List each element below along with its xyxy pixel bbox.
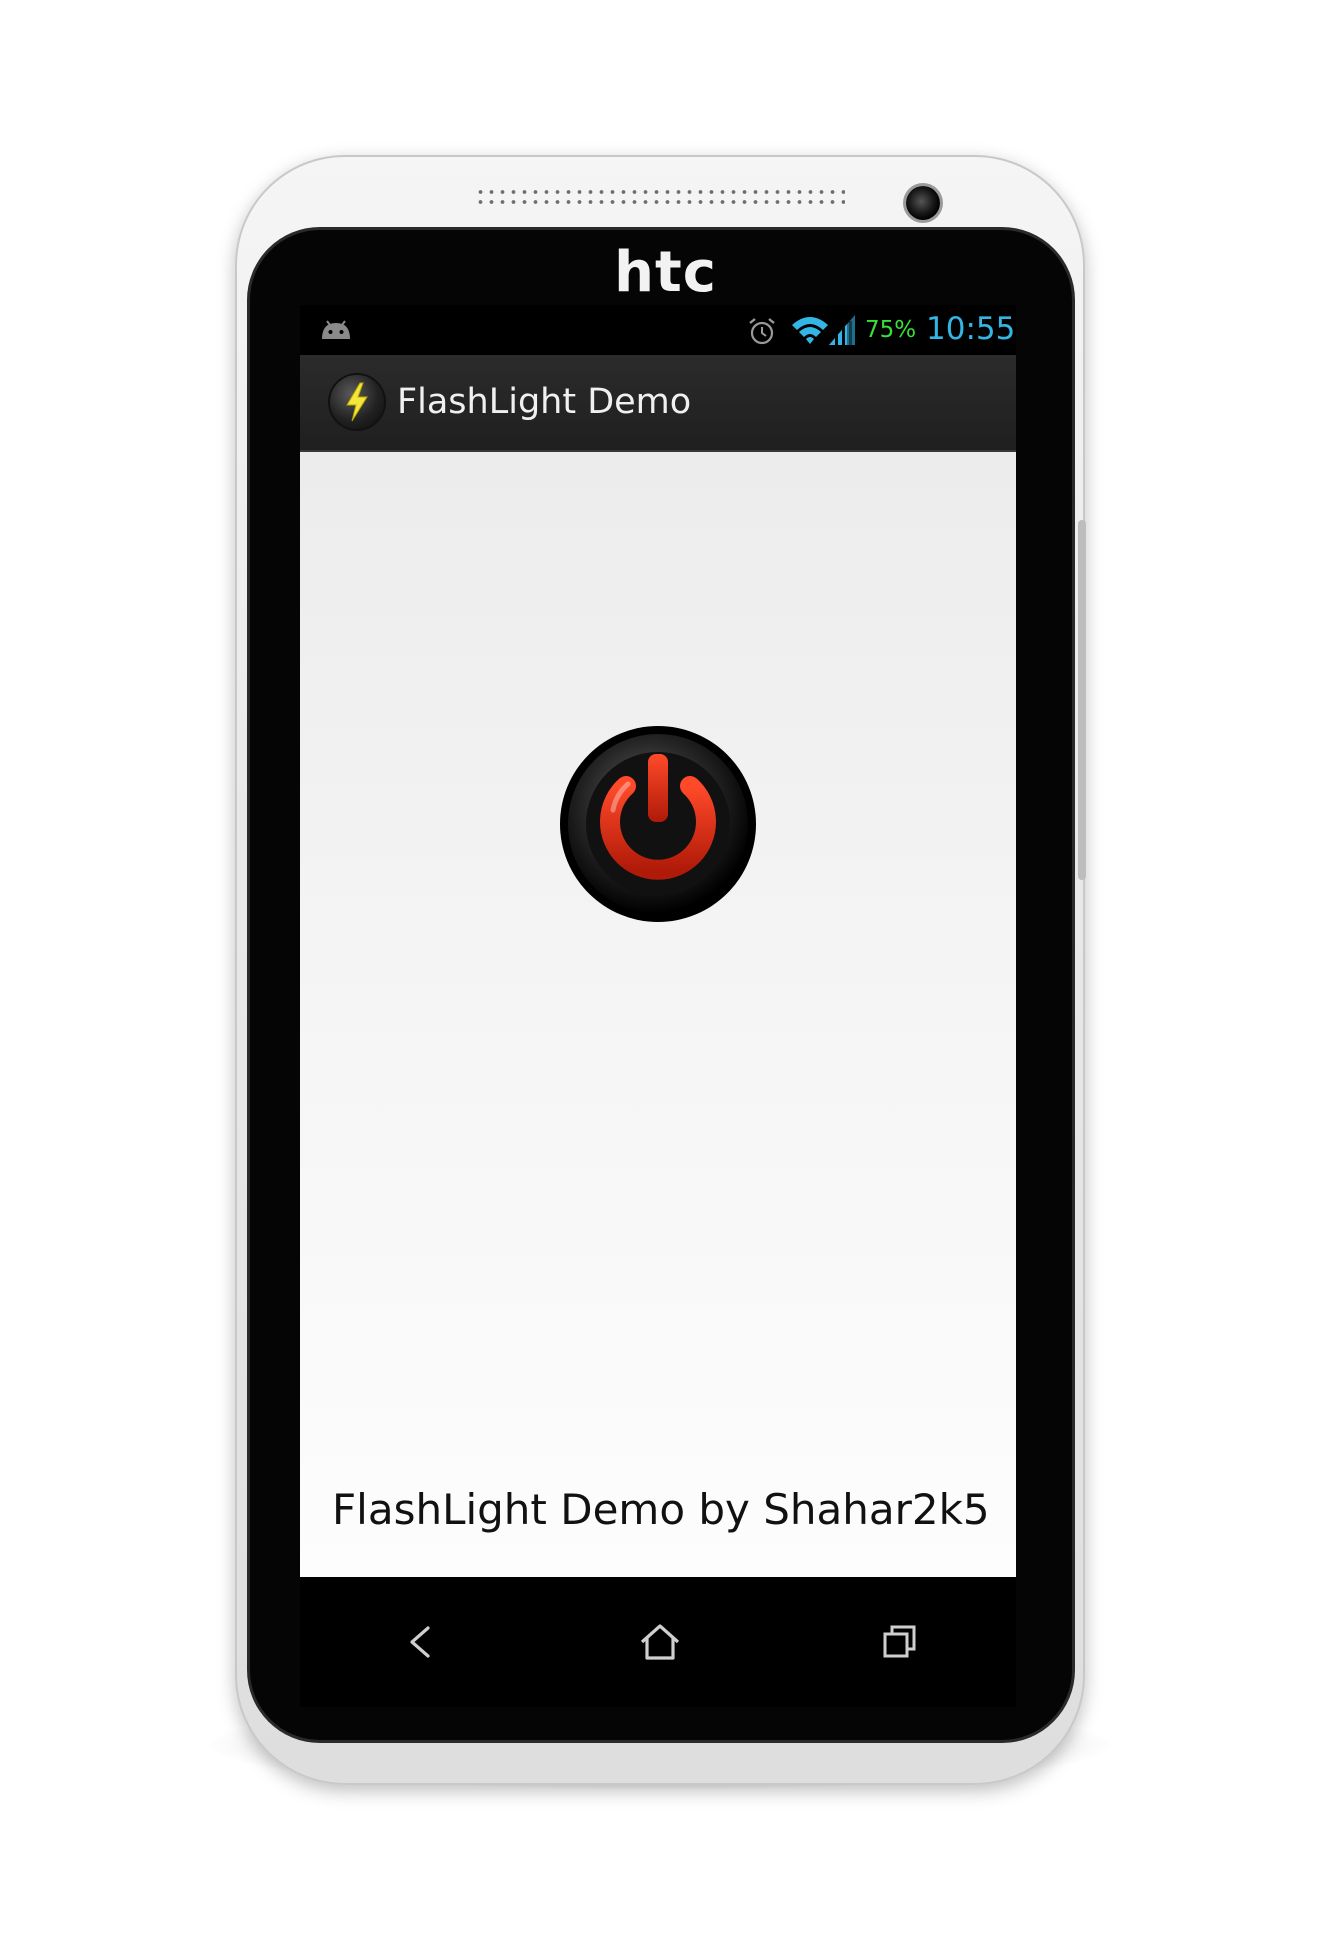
navigation-bar [300, 1577, 1016, 1707]
footer-credit-text: FlashLight Demo by Shahar2k5 [332, 1485, 990, 1534]
action-bar: FlashLight Demo [300, 355, 1016, 452]
front-camera [906, 186, 940, 220]
status-bar: 75% 10:55 [300, 305, 1016, 355]
signal-bars-icon [829, 315, 855, 345]
battery-percentage: 75% [865, 317, 917, 343]
recent-apps-icon[interactable] [870, 1612, 930, 1672]
status-clock: 10:55 [926, 311, 1016, 347]
lightning-bolt-icon [346, 382, 368, 422]
home-icon[interactable] [630, 1612, 690, 1672]
app-title: FlashLight Demo [397, 382, 692, 422]
app-icon[interactable] [330, 375, 384, 429]
brand-logo: htc [614, 240, 717, 305]
phone-side-button [1078, 520, 1086, 880]
alarm-clock-icon [749, 318, 775, 345]
android-notification-icon [322, 320, 350, 339]
power-toggle-button[interactable] [558, 724, 758, 924]
phone-screen: 75% 10:55 FlashLight Demo FlashLight Dem… [300, 305, 1016, 1577]
wifi-icon [792, 317, 828, 344]
main-content: FlashLight Demo by Shahar2k5 [300, 452, 1016, 1577]
back-arrow-icon[interactable] [390, 1612, 450, 1672]
earpiece-speaker-grille [475, 187, 845, 207]
power-icon [560, 726, 756, 922]
